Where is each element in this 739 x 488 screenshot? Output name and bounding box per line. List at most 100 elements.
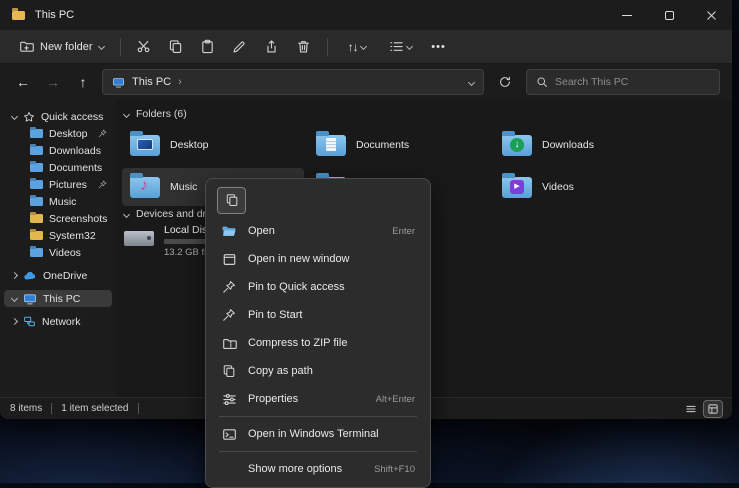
forward-button[interactable]: → [42,74,64,90]
cut-button[interactable] [128,33,160,61]
chevron-right-icon [11,318,18,325]
search-box[interactable] [526,69,720,95]
delete-button[interactable] [288,33,320,61]
sidebar-label: This PC [43,293,80,305]
folder-tile-documents[interactable]: Documents [308,126,490,164]
sidebar-label: Videos [49,247,81,259]
view-button[interactable] [379,33,423,61]
maximize-icon [665,11,674,20]
menu-shortcut: Enter [392,226,415,237]
close-button[interactable] [690,0,732,30]
menu-item-compress-zip[interactable]: Compress to ZIP file [210,329,426,357]
sidebar-item-documents[interactable]: Documents [4,159,112,176]
folder-tile-desktop[interactable]: Desktop [122,126,304,164]
large-icons-view-button[interactable] [704,401,722,417]
chevron-down-icon [11,113,18,120]
menu-item-properties[interactable]: Properties Alt+Enter [210,385,426,413]
more-icon: ••• [431,41,446,53]
back-button[interactable]: ← [12,74,34,90]
menu-item-open-new-window[interactable]: Open in new window [210,245,426,273]
this-pc-icon [112,76,125,89]
sidebar-label: Screenshots [49,213,107,225]
minimize-button[interactable] [606,0,648,30]
address-bar[interactable]: This PC › [102,69,484,95]
sidebar-item-pictures[interactable]: Pictures [4,176,112,193]
sidebar-item-quick-access[interactable]: Quick access [4,108,112,125]
refresh-button[interactable] [492,69,518,95]
videos-badge-icon [510,180,524,194]
properties-icon [221,391,237,407]
sidebar-item-this-pc[interactable]: This PC [4,290,112,307]
sidebar-label: Desktop [49,128,88,140]
rename-button[interactable] [224,33,256,61]
menu-item-show-more-options[interactable]: Show more options Shift+F10 [210,455,426,483]
folder-icon [30,214,43,223]
new-folder-button[interactable]: New folder [10,34,113,59]
sidebar: Quick access Desktop Downloads Documents… [0,100,116,397]
explorer-icon [12,11,25,20]
more-options-button[interactable]: ••• [423,33,455,61]
selected-count: 1 item selected [61,403,128,414]
pin-icon [221,307,237,323]
sidebar-item-onedrive[interactable]: OneDrive [4,267,112,284]
music-badge-icon [140,177,148,195]
sidebar-label: Music [49,196,76,208]
menu-item-open-terminal[interactable]: Open in Windows Terminal [210,420,426,448]
downloads-folder-icon [502,135,532,156]
sort-icon: ↑↓ [348,40,358,54]
folder-tile-downloads[interactable]: Downloads [494,126,676,164]
folder-name: Downloads [542,139,594,151]
paste-button[interactable] [192,33,224,61]
sidebar-item-videos[interactable]: Videos [4,244,112,261]
copy-icon [225,193,239,207]
menu-item-pin-quick-access[interactable]: Pin to Quick access [210,273,426,301]
details-view-button[interactable] [682,401,700,417]
section-label: Folders (6) [136,108,187,120]
sidebar-item-system32[interactable]: System32 [4,227,112,244]
menu-item-pin-start[interactable]: Pin to Start [210,301,426,329]
menu-item-copy-as-path[interactable]: Copy as path [210,357,426,385]
copy-button[interactable] [160,33,192,61]
sidebar-item-network[interactable]: Network [4,313,112,330]
quick-copy-button[interactable] [217,187,246,214]
share-button[interactable] [256,33,288,61]
address-dropdown-icon[interactable] [468,78,475,85]
items-count: 8 items [10,403,42,414]
new-folder-label: New folder [40,41,93,53]
terminal-icon [221,426,237,442]
folder-icon [30,197,43,206]
folder-icon [30,231,43,240]
menu-item-open[interactable]: Open Enter [210,217,426,245]
sort-button[interactable]: ↑↓ [335,33,379,61]
chevron-right-icon [11,272,18,279]
maximize-button[interactable] [648,0,690,30]
share-icon [264,39,279,54]
sidebar-item-desktop[interactable]: Desktop [4,125,112,142]
close-icon [706,10,717,21]
folder-icon [30,146,43,155]
sidebar-label: OneDrive [43,270,87,282]
menu-label: Show more options [248,463,342,475]
new-window-icon [221,251,237,267]
pin-icon [98,180,107,189]
menu-icon-spacer [221,461,237,477]
sidebar-item-downloads[interactable]: Downloads [4,142,112,159]
menu-label: Open in new window [248,253,350,265]
search-input[interactable] [555,76,710,88]
folder-icon [30,129,43,138]
hard-drive-icon [124,231,154,246]
sidebar-item-screenshots[interactable]: Screenshots [4,210,112,227]
desktop-badge-icon [137,139,153,150]
folder-name: Desktop [170,139,209,151]
folders-section-header[interactable]: Folders (6) [124,108,187,120]
videos-folder-icon [502,177,532,198]
up-button[interactable]: ↑ [72,74,94,90]
menu-label: Copy as path [248,365,313,377]
open-folder-icon [221,223,237,239]
sidebar-item-music[interactable]: Music [4,193,112,210]
breadcrumb[interactable]: This PC [132,76,171,88]
folder-tile-videos[interactable]: Videos [494,168,676,206]
sidebar-label: Quick access [41,111,103,123]
sidebar-label: System32 [49,230,96,242]
sidebar-label: Network [42,316,81,328]
